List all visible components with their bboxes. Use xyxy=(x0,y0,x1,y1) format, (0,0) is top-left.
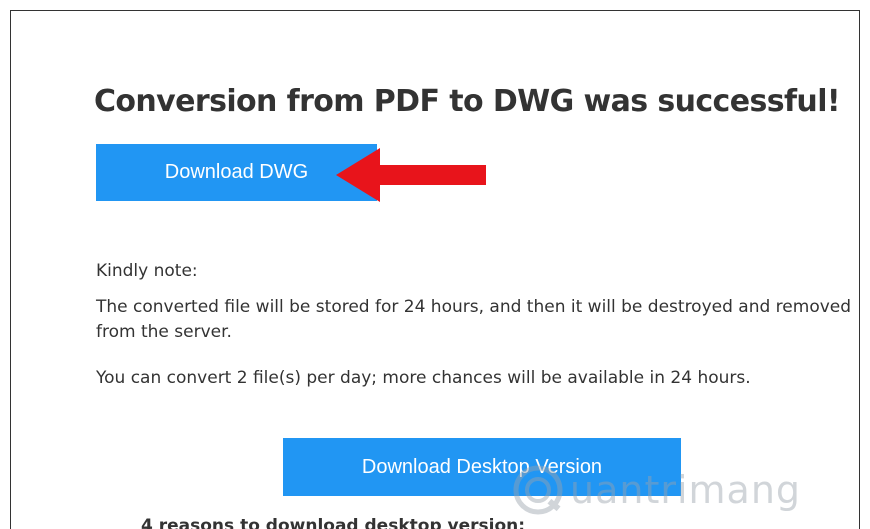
page-frame: Conversion from PDF to DWG was successfu… xyxy=(10,10,860,529)
page-title: Conversion from PDF to DWG was successfu… xyxy=(94,84,841,119)
reasons-heading: 4 reasons to download desktop version: xyxy=(141,516,526,529)
download-desktop-button[interactable]: Download Desktop Version xyxy=(283,438,681,496)
note-storage-text: The converted file will be stored for 24… xyxy=(96,297,852,342)
red-arrow-annotation xyxy=(336,148,486,202)
download-dwg-button[interactable]: Download DWG xyxy=(96,144,377,201)
note-heading: Kindly note: xyxy=(96,261,198,281)
note-limit-text: You can convert 2 file(s) per day; more … xyxy=(96,368,751,388)
